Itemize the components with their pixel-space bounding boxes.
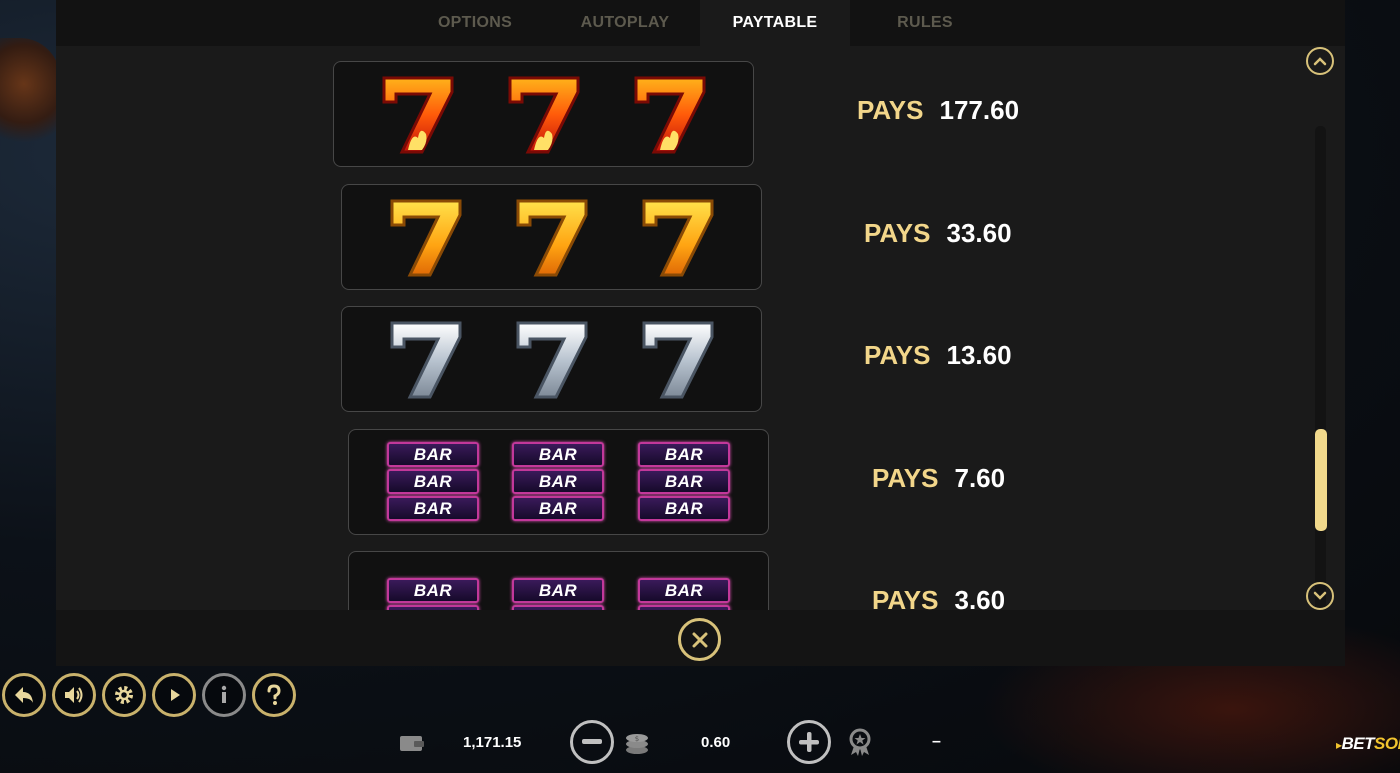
symbol-combo-box [341,306,762,412]
minus-icon [582,739,602,744]
bar-label: BAR [638,442,730,467]
pays-text: PAYS 7.60 [872,463,1005,494]
scrollbar-track[interactable] [1315,126,1326,610]
tab-autoplay[interactable]: AUTOPLAY [550,0,700,46]
brand-logo: ▸BETSOFT◂ [1336,734,1400,754]
back-button[interactable] [2,673,46,717]
pays-text: PAYS 3.60 [872,585,1005,610]
close-button[interactable] [678,618,721,661]
close-icon [692,632,707,647]
pays-value: 177.60 [939,95,1020,125]
scrollbar-thumb[interactable] [1315,429,1327,531]
fire-seven-icon [378,72,458,158]
silver-seven-icon [638,317,718,403]
tab-bar: OPTIONS AUTOPLAY PAYTABLE RULES [56,0,1345,46]
bet-value: 0.60 [701,734,731,751]
plus-icon [799,732,819,752]
balance-value: 1,171.15 [463,734,522,751]
sound-button[interactable] [52,673,96,717]
paytable-row: PAYS 33.60 [56,184,1345,292]
pays-value: 7.60 [954,463,1006,493]
bar-label: BAR [387,496,479,521]
pays-text: PAYS 33.60 [864,218,1012,249]
double-bar-icon: BAR BAR [387,578,479,610]
modal-footer [56,610,1345,666]
paytable-row: PAYS 177.60 [56,61,1345,169]
tab-rules[interactable]: RULES [850,0,1000,46]
bar-label: BAR [638,578,730,603]
pays-label: PAYS [864,218,931,248]
symbol-combo-box [333,61,754,167]
paytable-row: BAR BAR BAR BAR BAR BAR PAYS 3.60 [56,551,1345,610]
autoplay-icon [171,689,180,701]
gold-seven-icon [512,195,592,281]
tab-options[interactable]: OPTIONS [400,0,550,46]
pays-value: 3.60 [954,585,1006,610]
bar-label: BAR [638,469,730,494]
paytable-row: BAR BAR BAR BAR BAR BAR BAR BAR BAR PAYS… [56,429,1345,537]
bar-label: BAR [512,496,604,521]
paytable-row: PAYS 13.60 [56,306,1345,414]
bar-label: BAR [387,442,479,467]
chevron-down-icon [1313,591,1327,600]
chevron-up-icon [1313,57,1327,66]
scroll-up-button[interactable] [1306,47,1334,75]
bar-label: BAR [387,578,479,603]
triple-bar-icon: BAR BAR BAR [512,442,604,522]
triple-bar-icon: BAR BAR BAR [387,442,479,522]
paytable-content: PAYS 177.60 PAYS 33.60 PAYS 13.60 BAR BA… [56,46,1345,610]
pays-label: PAYS [857,95,924,125]
back-icon [15,687,33,703]
silver-seven-icon [512,317,592,403]
pays-label: PAYS [872,463,939,493]
svg-text:$: $ [635,735,639,743]
tab-paytable[interactable]: PAYTABLE [700,0,850,46]
pays-label: PAYS [872,585,939,610]
bar-label: BAR [512,442,604,467]
double-bar-icon: BAR BAR [512,578,604,610]
silver-seven-icon [386,317,466,403]
pays-text: PAYS 13.60 [864,340,1012,371]
info-button[interactable] [202,673,246,717]
bet-decrease-button[interactable] [570,720,614,764]
sound-icon [65,687,83,703]
coins-icon: $ [624,728,650,756]
pays-value: 13.60 [946,340,1012,370]
pays-label: PAYS [864,340,931,370]
win-value: – [932,733,941,750]
brand-main-text: BET [1341,734,1375,753]
autoplay-button[interactable] [152,673,196,717]
win-award-icon [846,727,874,757]
gold-seven-icon [386,195,466,281]
double-bar-icon: BAR BAR [638,578,730,610]
symbol-combo-box [341,184,762,290]
help-button[interactable] [252,673,296,717]
help-icon [267,684,281,705]
bar-label: BAR [387,469,479,494]
settings-icon [115,686,133,704]
bar-label: BAR [512,578,604,603]
gold-seven-icon [638,195,718,281]
background-game-logo [0,38,60,153]
symbol-combo-box: BAR BAR BAR BAR BAR BAR [348,551,769,610]
fire-seven-icon [630,72,710,158]
settings-button[interactable] [102,673,146,717]
scroll-down-button[interactable] [1306,582,1334,610]
bar-label: BAR [638,496,730,521]
triple-bar-icon: BAR BAR BAR [638,442,730,522]
symbol-combo-box: BAR BAR BAR BAR BAR BAR BAR BAR BAR [348,429,769,535]
bar-label: BAR [512,469,604,494]
brand-accent-text: SOFT [1374,734,1400,753]
wallet-icon [399,733,425,753]
fire-seven-icon [504,72,584,158]
pays-text: PAYS 177.60 [857,95,1019,126]
info-icon [221,685,227,703]
bet-increase-button[interactable] [787,720,831,764]
paytable-modal: OPTIONS AUTOPLAY PAYTABLE RULES PAYS 177… [56,0,1345,666]
pays-value: 33.60 [946,218,1012,248]
